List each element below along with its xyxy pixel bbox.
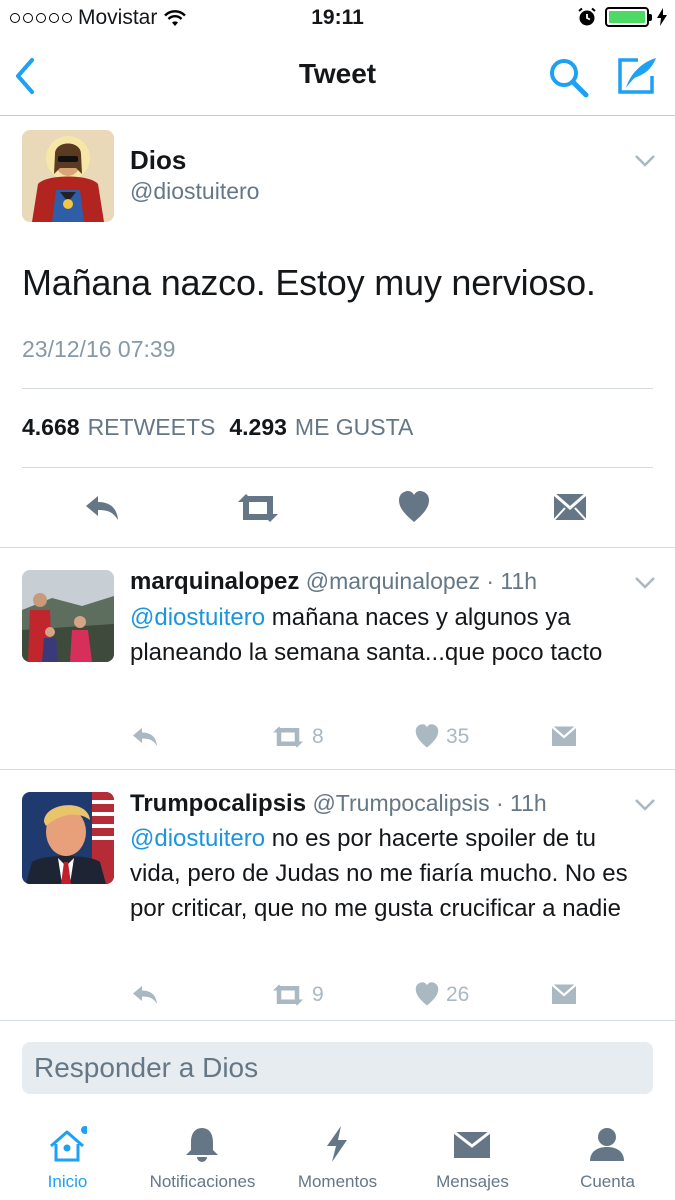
status-right xyxy=(577,7,667,27)
reply-action[interactable] xyxy=(130,980,160,1010)
like-action[interactable]: 26 xyxy=(414,980,469,1010)
dm-action[interactable] xyxy=(550,980,578,1010)
retweets-label[interactable]: RETWEETS xyxy=(88,414,216,441)
retweet-icon[interactable] xyxy=(236,488,280,528)
reply-author-meta[interactable]: @marquinalopez · 11h xyxy=(306,568,537,594)
reply-avatar[interactable] xyxy=(22,570,114,662)
chevron-down-icon[interactable] xyxy=(634,798,656,812)
tab-momentos[interactable]: Momentos xyxy=(270,1110,405,1200)
tab-label: Notificaciones xyxy=(149,1172,256,1191)
reply-action[interactable] xyxy=(130,722,160,752)
divider xyxy=(0,769,675,770)
reply-author-meta[interactable]: @Trumpocalipsis · 11h xyxy=(312,790,546,816)
tab-cuenta[interactable]: Cuenta xyxy=(540,1110,675,1200)
avatar-image xyxy=(22,130,114,222)
tab-bar: Inicio Notificaciones Momentos Mensajes … xyxy=(0,1110,675,1200)
like-count: 35 xyxy=(446,725,470,748)
chevron-down-icon[interactable] xyxy=(634,154,656,168)
divider xyxy=(22,467,653,468)
chevron-down-icon[interactable] xyxy=(634,576,656,590)
retweet-icon[interactable] xyxy=(270,722,306,752)
tweet-actions xyxy=(0,488,675,528)
reply-icon[interactable] xyxy=(84,488,120,528)
battery-icon xyxy=(605,7,652,27)
reply-author-name[interactable]: marquinalopez xyxy=(130,568,299,595)
reply-text: @diostuitero no es por hacerte spoiler d… xyxy=(130,821,650,926)
avatar-image xyxy=(22,792,114,884)
divider xyxy=(0,547,675,548)
reply-icon[interactable] xyxy=(130,980,160,1010)
alarm-icon xyxy=(578,7,596,26)
retweets-count[interactable]: 4.668 xyxy=(22,414,80,441)
reply-avatar[interactable] xyxy=(22,792,114,884)
tab-label: Mensajes xyxy=(436,1172,509,1191)
retweet-action[interactable]: 8 xyxy=(270,722,324,752)
tweet-timestamp[interactable]: 23/12/16 07:39 xyxy=(22,336,175,363)
like-action[interactable]: 35 xyxy=(414,722,469,752)
likes-count[interactable]: 4.293 xyxy=(229,414,287,441)
direct-message-icon[interactable] xyxy=(550,722,578,752)
compose-icon[interactable] xyxy=(612,52,660,100)
divider xyxy=(22,388,653,389)
reply-text: @diostuitero mañana naces y algunos ya p… xyxy=(130,600,650,670)
tweet-stats: 4.668 RETWEETS 4.293 ME GUSTA xyxy=(22,414,419,441)
like-heart-icon[interactable] xyxy=(398,488,430,528)
like-heart-icon[interactable] xyxy=(414,980,440,1010)
retweet-icon[interactable] xyxy=(270,980,306,1010)
tab-inicio[interactable]: Inicio xyxy=(0,1110,135,1200)
author-handle[interactable]: @diostuitero xyxy=(130,178,259,205)
likes-label[interactable]: ME GUSTA xyxy=(295,414,413,441)
reply-input[interactable]: Responder a Dios xyxy=(22,1042,653,1094)
avatar-image xyxy=(22,570,114,662)
dm-action[interactable] xyxy=(550,722,578,752)
retweet-action[interactable]: 9 xyxy=(270,980,324,1010)
lightning-icon xyxy=(327,1126,347,1162)
mention-link[interactable]: @diostuitero xyxy=(130,604,265,631)
author-name[interactable]: Dios xyxy=(130,145,186,176)
bell-icon xyxy=(186,1128,218,1162)
tweet-text: Mañana nazco. Estoy muy nervioso. xyxy=(22,262,596,303)
reply-header: marquinalopez @marquinalopez · 11h xyxy=(130,568,537,596)
like-heart-icon[interactable] xyxy=(414,722,440,752)
like-count: 26 xyxy=(446,983,470,1006)
reply-icon[interactable] xyxy=(130,722,160,752)
tab-mensajes[interactable]: Mensajes xyxy=(405,1110,540,1200)
retweet-count: 8 xyxy=(312,725,324,748)
reply-header: Trumpocalipsis @Trumpocalipsis · 11h xyxy=(130,790,547,818)
tab-label: Momentos xyxy=(297,1172,378,1191)
reply-author-name[interactable]: Trumpocalipsis xyxy=(130,790,306,817)
navigation-bar: Tweet xyxy=(0,38,675,116)
charging-bolt-icon xyxy=(657,8,667,26)
mention-link[interactable]: @diostuitero xyxy=(130,825,265,852)
home-icon xyxy=(50,1126,87,1162)
tab-notificaciones[interactable]: Notificaciones xyxy=(135,1110,270,1200)
search-icon[interactable] xyxy=(546,55,590,99)
retweet-count: 9 xyxy=(312,983,324,1006)
envelope-icon xyxy=(453,1130,491,1158)
person-icon xyxy=(590,1128,624,1161)
clock: 19:11 xyxy=(311,6,364,29)
tab-label: Cuenta xyxy=(580,1172,635,1191)
direct-message-icon[interactable] xyxy=(550,980,578,1010)
status-bar: Movistar 19:11 xyxy=(0,0,675,38)
divider xyxy=(0,1020,675,1021)
tab-label: Inicio xyxy=(47,1172,88,1191)
avatar[interactable] xyxy=(22,130,114,222)
direct-message-icon[interactable] xyxy=(553,488,587,528)
